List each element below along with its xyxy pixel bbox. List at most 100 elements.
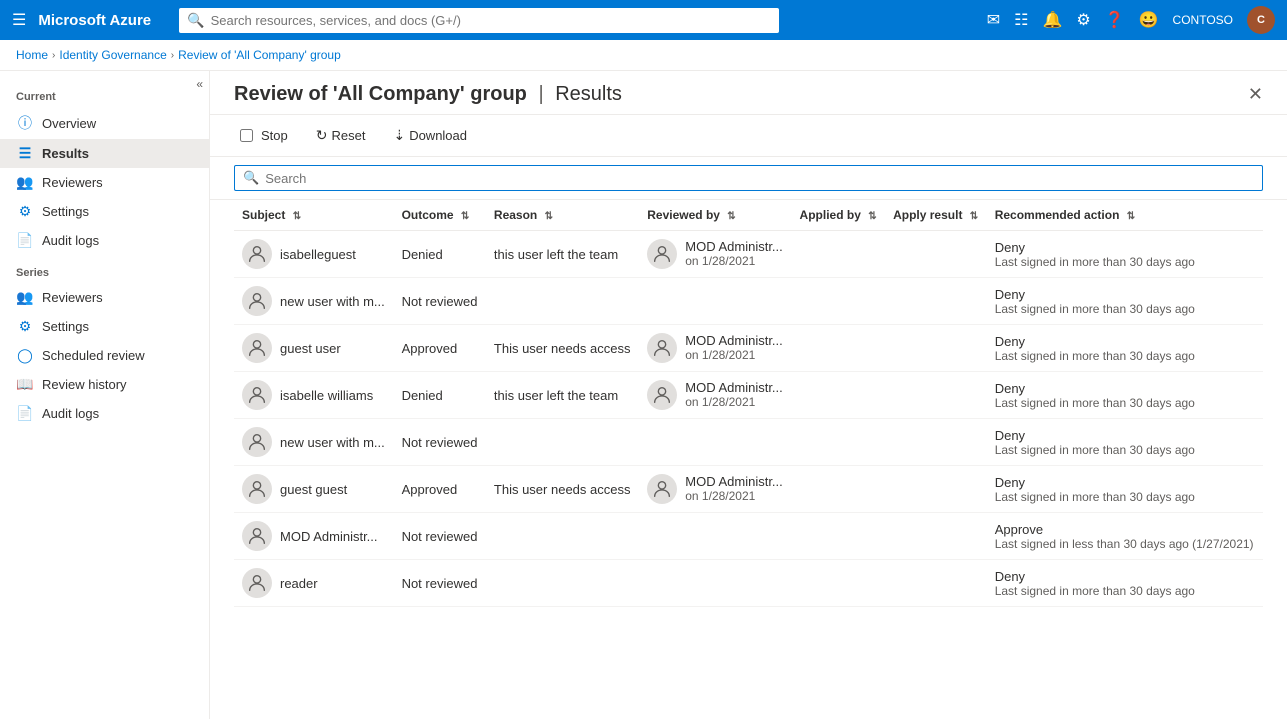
cell-applied-by <box>792 325 886 372</box>
search-icon: 🔍 <box>243 170 259 186</box>
user-cell: isabelle williams <box>242 380 386 410</box>
help-icon[interactable]: ❓ <box>1105 10 1125 30</box>
rec-action-label: Deny <box>995 381 1255 396</box>
reviewer-cell: MOD Administr... on 1/28/2021 <box>647 333 783 363</box>
global-search-input[interactable] <box>211 13 772 28</box>
sidebar-series-scheduled[interactable]: ◯ Scheduled review <box>0 341 209 370</box>
cell-rec-action: Deny Last signed in more than 30 days ag… <box>987 466 1263 513</box>
cell-applied-by <box>792 419 886 466</box>
cell-applied-by <box>792 278 886 325</box>
subject-name: isabelle williams <box>280 388 373 403</box>
cell-apply-result <box>885 372 987 419</box>
rec-action-sub: Last signed in more than 30 days ago <box>995 302 1255 316</box>
table-row: reader Not reviewed Deny Last signed in … <box>234 560 1263 607</box>
breadcrumb-identity-governance[interactable]: Identity Governance <box>59 48 166 62</box>
sidebar-series-reviewers[interactable]: 👥 Reviewers <box>0 283 209 312</box>
table-row: guest user ApprovedThis user needs acces… <box>234 325 1263 372</box>
avatar <box>242 333 272 363</box>
subject-name: new user with m... <box>280 435 385 450</box>
stop-checkbox[interactable] <box>240 129 253 142</box>
reset-button[interactable]: ↻ Reset <box>310 123 372 148</box>
sort-icon-reason[interactable]: ⇅ <box>545 211 553 222</box>
cell-apply-result <box>885 513 987 560</box>
table-row: guest guest ApprovedThis user needs acce… <box>234 466 1263 513</box>
cell-reason <box>486 560 639 607</box>
portal-icon[interactable]: ☷ <box>1014 10 1028 30</box>
cell-apply-result <box>885 466 987 513</box>
cell-rec-action: Approve Last signed in less than 30 days… <box>987 513 1263 560</box>
search-input[interactable] <box>265 171 1254 186</box>
cell-reviewed-by <box>639 560 791 607</box>
subject-name: guest user <box>280 341 341 356</box>
sidebar-item-audit-logs[interactable]: 📄 Audit logs <box>0 226 209 255</box>
rec-action-label: Deny <box>995 240 1255 255</box>
cell-rec-action: Deny Last signed in more than 30 days ag… <box>987 560 1263 607</box>
sidebar-item-settings[interactable]: ⚙ Settings <box>0 197 209 226</box>
sidebar-collapse-btn[interactable]: « <box>196 77 203 91</box>
page-layout: « Current ⓘ Overview ☰ Results 👥 Reviewe… <box>0 71 1287 719</box>
sidebar-series-label-scheduled: Scheduled review <box>42 348 145 363</box>
email-icon[interactable]: ✉ <box>987 10 1000 30</box>
avatar <box>242 239 272 269</box>
cell-apply-result <box>885 325 987 372</box>
subject-name: guest guest <box>280 482 347 497</box>
table-container: Subject ⇅ Outcome ⇅ Reason ⇅ Reviewed <box>210 200 1287 719</box>
sidebar-item-results[interactable]: ☰ Results <box>0 139 209 168</box>
rec-action-sub: Last signed in more than 30 days ago <box>995 396 1255 410</box>
sort-icon-subject[interactable]: ⇅ <box>293 211 301 222</box>
close-button[interactable]: ✕ <box>1248 84 1263 105</box>
sidebar-item-overview[interactable]: ⓘ Overview <box>0 107 209 139</box>
reviewer-name: MOD Administr... <box>685 474 783 489</box>
breadcrumb: Home › Identity Governance › Review of '… <box>0 40 1287 71</box>
reset-icon: ↻ <box>316 127 328 144</box>
reviewer-avatar <box>647 380 677 410</box>
reviewer-cell: MOD Administr... on 1/28/2021 <box>647 474 783 504</box>
global-search-bar[interactable]: 🔍 <box>179 8 779 33</box>
sidebar-series-history[interactable]: 📖 Review history <box>0 370 209 399</box>
cell-rec-action: Deny Last signed in more than 30 days ag… <box>987 325 1263 372</box>
settings-gear-icon[interactable]: ⚙ <box>1076 10 1090 30</box>
table-row: new user with m... Not reviewed Deny Las… <box>234 278 1263 325</box>
sidebar-series-settings[interactable]: ⚙ Settings <box>0 312 209 341</box>
sidebar-series-audit[interactable]: 📄 Audit logs <box>0 399 209 428</box>
reviewers-icon: 👥 <box>16 174 34 191</box>
results-table: Subject ⇅ Outcome ⇅ Reason ⇅ Reviewed <box>234 200 1263 607</box>
reset-label: Reset <box>331 128 365 143</box>
settings-icon: ⚙ <box>16 203 34 220</box>
face-icon[interactable]: 😀 <box>1139 10 1159 30</box>
cell-subject: new user with m... <box>234 278 394 325</box>
user-avatar[interactable]: C <box>1247 6 1275 34</box>
bell-icon[interactable]: 🔔 <box>1042 10 1062 30</box>
cell-outcome: Approved <box>394 466 486 513</box>
cell-rec-action: Deny Last signed in more than 30 days ag… <box>987 278 1263 325</box>
breadcrumb-home[interactable]: Home <box>16 48 48 62</box>
cell-rec-action: Deny Last signed in more than 30 days ag… <box>987 231 1263 278</box>
cell-reviewed-by <box>639 278 791 325</box>
avatar <box>242 474 272 504</box>
user-cell: new user with m... <box>242 286 386 316</box>
org-label: CONTOSO <box>1173 13 1233 27</box>
breadcrumb-sep-2: › <box>171 50 174 61</box>
results-icon: ☰ <box>16 145 34 162</box>
cell-reason <box>486 278 639 325</box>
search-icon: 🔍 <box>187 12 204 29</box>
download-button[interactable]: ⇣ Download <box>387 123 473 148</box>
col-reviewed-by: Reviewed by ⇅ <box>639 200 791 231</box>
hamburger-menu[interactable]: ☰ <box>12 10 26 30</box>
sort-icon-apply-result[interactable]: ⇅ <box>970 211 978 222</box>
page-header: Review of 'All Company' group | Results … <box>210 71 1287 115</box>
user-cell: new user with m... <box>242 427 386 457</box>
col-subject: Subject ⇅ <box>234 200 394 231</box>
stop-button[interactable]: Stop <box>234 124 294 147</box>
breadcrumb-current: Review of 'All Company' group <box>178 48 341 62</box>
col-outcome: Outcome ⇅ <box>394 200 486 231</box>
sidebar-series-label-reviewers: Reviewers <box>42 290 103 305</box>
sidebar-item-reviewers[interactable]: 👥 Reviewers <box>0 168 209 197</box>
sort-icon-outcome[interactable]: ⇅ <box>461 211 469 222</box>
sort-icon-rec-action[interactable]: ⇅ <box>1127 211 1135 222</box>
sort-icon-applied-by[interactable]: ⇅ <box>868 211 876 222</box>
rec-action-label: Deny <box>995 287 1255 302</box>
cell-rec-action: Deny Last signed in more than 30 days ag… <box>987 419 1263 466</box>
reviewer-cell: MOD Administr... on 1/28/2021 <box>647 380 783 410</box>
sort-icon-reviewed-by[interactable]: ⇅ <box>727 211 735 222</box>
